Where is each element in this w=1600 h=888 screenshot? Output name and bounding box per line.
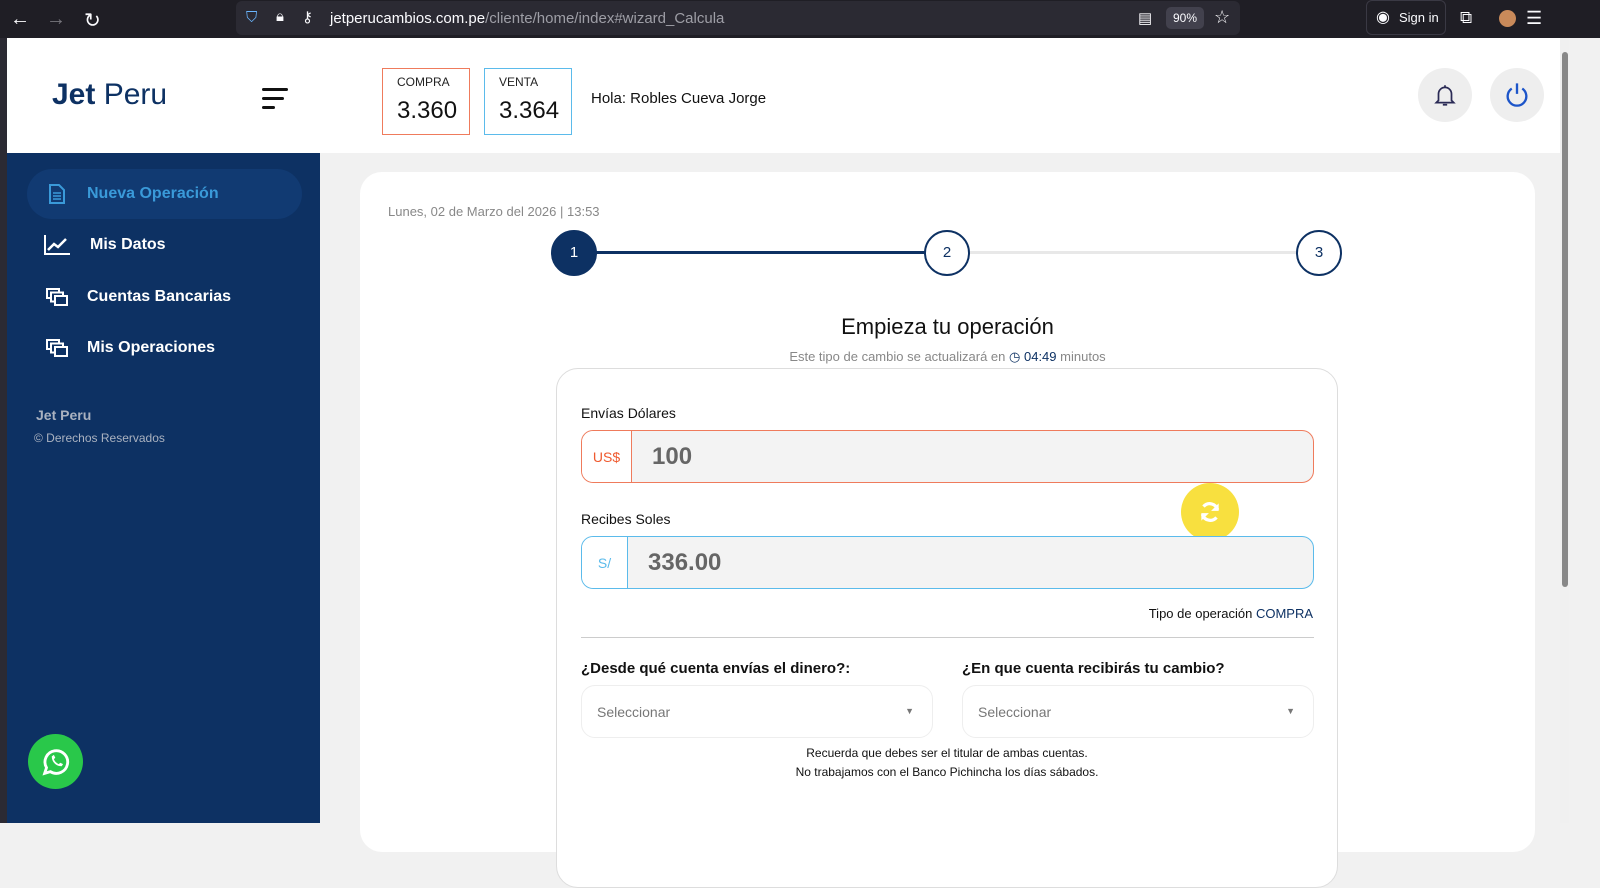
windows-icon <box>27 339 87 357</box>
footer-title: Jet Peru <box>36 407 92 423</box>
lock-icon: 🔒︎ <box>276 8 284 25</box>
from-account-label: ¿Desde qué cuenta envías el dinero?: <box>581 660 851 677</box>
timer-value: 04:49 <box>1023 349 1057 364</box>
clock-icon: ◷ <box>1009 349 1021 364</box>
sign-in-label: Sign in <box>1399 10 1439 25</box>
current-date: Lunes, 02 de Marzo del 2026 | 13:53 <box>388 204 600 219</box>
back-icon[interactable]: ← <box>10 8 30 31</box>
select-placeholder: Seleccionar <box>597 704 671 720</box>
profile-avatar-icon[interactable] <box>1499 10 1516 27</box>
compra-label: COMPRA <box>397 75 450 89</box>
extensions-icon[interactable]: ⧉ <box>1460 8 1472 28</box>
sidebar-item-cuentas-bancarias[interactable]: Cuentas Bancarias <box>27 272 302 322</box>
progress-line-completed <box>572 251 942 254</box>
select-placeholder: Seleccionar <box>978 704 1052 720</box>
key-icon: ⚷ <box>302 9 313 26</box>
forward-icon[interactable]: → <box>46 8 66 31</box>
timer-suffix: minutos <box>1060 349 1106 364</box>
operation-card: Lunes, 02 de Marzo del 2026 | 13:53 1 2 … <box>360 172 1535 888</box>
swap-currency-button[interactable] <box>1181 483 1239 541</box>
bookmark-star-icon[interactable]: ☆ <box>1214 7 1230 28</box>
to-account-select[interactable]: Seleccionar ▼ <box>962 685 1314 738</box>
url-host: jetperucambios.com.pe <box>330 10 486 27</box>
power-icon <box>1506 83 1528 107</box>
receive-amount-field[interactable]: S/ 336.00 <box>581 536 1314 589</box>
greeting: Hola: Robles Cueva Jorge <box>591 90 767 107</box>
browser-edge <box>0 38 7 823</box>
receive-label: Recibes Soles <box>581 511 671 527</box>
send-label: Envías Dólares <box>581 405 676 421</box>
logo-rest: Peru <box>95 78 168 111</box>
footer-copyright: © Derechos Reservados <box>34 431 165 445</box>
compra-value: 3.360 <box>397 97 458 124</box>
logo-area: Jet Peru <box>7 38 320 153</box>
reader-view-icon[interactable]: ▤ <box>1138 9 1152 27</box>
refresh-icon <box>1200 502 1220 522</box>
jet-peru-logo[interactable]: Jet Peru <box>52 78 167 112</box>
progress-line-pending <box>970 251 1300 254</box>
reload-icon[interactable]: ↻ <box>84 8 101 33</box>
sidebar-item-mis-datos[interactable]: Mis Datos <box>27 220 302 270</box>
step-2: 2 <box>924 230 970 276</box>
usd-currency-label: US$ <box>582 431 632 482</box>
step-1: 1 <box>551 230 597 276</box>
bell-icon <box>1434 85 1456 106</box>
venta-value: 3.364 <box>499 97 560 124</box>
windows-icon <box>27 288 87 306</box>
sidebar-item-nueva-operacion[interactable]: Nueva Operación <box>27 169 302 219</box>
document-icon <box>27 184 87 204</box>
divider <box>581 637 1314 638</box>
scrollbar[interactable] <box>1560 38 1569 823</box>
calculator-panel: Envías Dólares US$ 100 Recibes Soles S/ … <box>556 368 1338 888</box>
operation-type: Tipo de operación COMPRA <box>1149 606 1313 621</box>
notifications-button[interactable] <box>1418 68 1472 122</box>
sign-in-button[interactable]: ◉ Sign in <box>1366 0 1446 35</box>
timer-text: Este tipo de cambio se actualizará en ◷ … <box>360 349 1535 365</box>
page-title: Empieza tu operación <box>841 314 1054 339</box>
sidebar-item-label: Nueva Operación <box>87 185 219 202</box>
sidebar-item-label: Mis Datos <box>90 236 166 253</box>
whatsapp-button[interactable] <box>28 734 83 789</box>
note-pichincha: No trabajamos con el Banco Pichincha los… <box>795 765 1099 779</box>
sidebar-item-mis-operaciones[interactable]: Mis Operaciones <box>27 323 302 373</box>
scrollbar-thumb[interactable] <box>1562 52 1568 587</box>
address-bar[interactable]: ⛉ 🔒︎ ⚷ jetperucambios.com.pe/cliente/hom… <box>236 1 1240 35</box>
to-account-label: ¿En que cuenta recibirás tu cambio? <box>962 660 1225 677</box>
whatsapp-icon <box>41 748 69 775</box>
venta-label: VENTA <box>499 75 539 89</box>
sidebar-item-label: Cuentas Bancarias <box>87 288 232 305</box>
account-icon: ◉ <box>1376 9 1390 26</box>
hamburger-menu-icon[interactable] <box>262 88 292 115</box>
pen-currency-label: S/ <box>582 537 628 588</box>
note-account-holder: Recuerda que debes ser el titular de amb… <box>806 746 1088 760</box>
venta-rate-box: VENTA 3.364 <box>484 68 572 135</box>
sidebar: Nueva Operación Mis Datos Cuentas Bancar… <box>7 153 320 823</box>
step-3: 3 <box>1296 230 1342 276</box>
send-amount-value[interactable]: 100 <box>652 443 692 471</box>
zoom-level[interactable]: 90% <box>1166 7 1204 29</box>
timer-prefix: Este tipo de cambio se actualizará en <box>789 349 1006 364</box>
url-path: /cliente/home/index#wizard_Calcula <box>485 10 725 27</box>
sidebar-item-label: Mis Operaciones <box>87 339 216 356</box>
logout-button[interactable] <box>1490 68 1544 122</box>
chart-line-icon <box>27 235 87 255</box>
send-amount-field[interactable]: US$ 100 <box>581 430 1314 483</box>
chevron-down-icon: ▼ <box>905 706 914 716</box>
browser-toolbar: ← → ↻ ⛉ 🔒︎ ⚷ jetperucambios.com.pe/clien… <box>0 0 1600 38</box>
chevron-down-icon: ▼ <box>1286 706 1295 716</box>
from-account-select[interactable]: Seleccionar ▼ <box>581 685 933 738</box>
receive-amount-value[interactable]: 336.00 <box>648 549 721 577</box>
compra-rate-box: COMPRA 3.360 <box>382 68 470 135</box>
top-bar: COMPRA 3.360 VENTA 3.364 Hola: Robles Cu… <box>320 38 1560 153</box>
logo-bold: Jet <box>52 78 96 111</box>
shield-icon: ⛉ <box>246 9 258 26</box>
operation-type-value: COMPRA <box>1255 606 1313 621</box>
operation-type-label: Tipo de operación <box>1148 606 1253 621</box>
menu-icon[interactable]: ☰ <box>1526 8 1542 29</box>
